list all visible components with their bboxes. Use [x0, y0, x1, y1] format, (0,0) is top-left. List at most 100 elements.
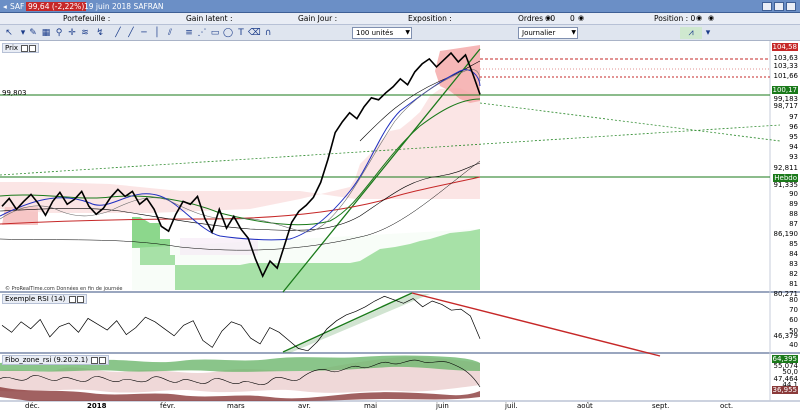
position-close-icon[interactable]: ◉ — [708, 14, 714, 22]
mini-chart-icon[interactable]: ⩘ — [680, 27, 702, 39]
settings-icon[interactable] — [21, 44, 29, 52]
position-label: Position : 0 — [654, 14, 696, 23]
y-tick-label: 87 — [789, 220, 798, 228]
y-tick-label: 84 — [789, 250, 798, 258]
trendline-icon[interactable]: ╱ — [112, 27, 124, 39]
x-tick-label: août — [577, 402, 593, 410]
y-tick-label: 60 — [789, 316, 798, 324]
fan-icon[interactable]: ⋰ — [196, 27, 208, 39]
x-tick-label: juil. — [505, 402, 518, 410]
rectangle-icon[interactable]: ▭ — [209, 27, 221, 39]
quantity-value: 100 unités — [356, 29, 394, 37]
cloud-pink — [180, 238, 258, 255]
window-controls — [760, 0, 796, 13]
fibo-panel-label[interactable]: Fibo_zone_rsi (9.20.2.1) — [2, 355, 110, 365]
x-tick-label: mai — [364, 402, 378, 410]
y-tick-label: 104,58 — [771, 43, 798, 51]
y-tick-label: 94 — [789, 143, 798, 151]
quantity-select[interactable]: 100 unités ▼ — [352, 27, 412, 39]
close-panel-icon[interactable] — [76, 295, 84, 303]
settings-icon[interactable] — [91, 356, 99, 364]
back-arrow-icon[interactable]: ◂ — [3, 0, 7, 13]
grid-icon[interactable]: ▦ — [40, 27, 52, 39]
x-tick-label: févr. — [160, 402, 176, 410]
y-tick-label: 85 — [789, 240, 798, 248]
pencil-icon[interactable]: ✎ — [27, 27, 39, 39]
text-icon[interactable]: T — [235, 27, 247, 39]
chart-type-icon[interactable]: ≋ — [79, 27, 91, 39]
y-tick-label: 36,955 — [771, 386, 798, 394]
price-panel-title: Prix — [5, 44, 19, 52]
title-bar: ◂ SAF 99,64 (-2,22%) 19 juin 2018 SAFRAN — [0, 0, 800, 13]
period-value: Journalier — [522, 29, 556, 37]
settings-icon[interactable] — [68, 295, 76, 303]
close-panel-icon[interactable] — [29, 44, 37, 52]
y-tick-label: 103,33 — [773, 62, 799, 70]
y-tick-label: 103,63 — [773, 54, 799, 62]
date-name-label: 19 juin 2018 SAFRAN — [84, 2, 164, 11]
y-tick-label: 82 — [789, 270, 798, 278]
cursor-icon[interactable]: ↖ — [3, 27, 15, 39]
y-tick-label: 90 — [789, 190, 798, 198]
gain-latent-label: Gain latent : — [186, 14, 233, 23]
y-tick-label: 80 — [789, 296, 798, 304]
chevron-down-icon[interactable]: ▾ — [702, 27, 714, 39]
vline-icon[interactable]: │ — [151, 27, 163, 39]
zoom-icon[interactable]: ⚲ — [53, 27, 65, 39]
y-tick-label: 40 — [789, 341, 798, 349]
ordres-value: 0 — [570, 14, 575, 23]
exposition-label: Exposition : — [408, 14, 452, 23]
x-tick-label: avr. — [298, 402, 311, 410]
price-panel-label[interactable]: Prix — [2, 43, 40, 53]
y-tick-label: 91,335 — [773, 181, 799, 189]
indicator-icon[interactable]: ↯ — [94, 27, 106, 39]
ordres-info-icon[interactable]: ◉ — [545, 14, 551, 22]
y-tick-label: 96 — [789, 123, 798, 131]
period-select[interactable]: Journalier ▼ — [518, 27, 578, 39]
portfolio-info-bar: Portefeuille : Gain latent : Gain Jour :… — [0, 13, 800, 25]
gain-jour-label: Gain Jour : — [298, 14, 338, 23]
maximize-icon[interactable] — [774, 2, 784, 11]
close-panel-icon[interactable] — [99, 356, 107, 364]
y-tick-label: 97 — [789, 113, 798, 121]
channel-icon[interactable]: ⫽ — [164, 27, 176, 39]
y-tick-label: 86,190 — [773, 230, 799, 238]
y-tick-label: 70 — [789, 306, 798, 314]
crosshair-icon[interactable]: ✛ — [66, 27, 78, 39]
ellipse-icon[interactable]: ◯ — [222, 27, 234, 39]
rsi-panel-label[interactable]: Exemple RSI (14) — [2, 294, 87, 304]
eraser-icon[interactable]: ⌫ — [248, 27, 261, 39]
fibo-panel-title: Fibo_zone_rsi (9.20.2.1) — [5, 356, 88, 364]
fibo-icon[interactable]: ≡ — [183, 27, 195, 39]
magnet-icon[interactable]: ∩ — [262, 27, 274, 39]
x-tick-label: juin — [436, 402, 449, 410]
x-tick-label: déc. — [25, 402, 40, 410]
y-tick-label: 92,811 — [773, 164, 799, 172]
hline-value-label: 99,803 — [2, 89, 27, 97]
watermark-text: © ProRealTime.com Données en fin de jour… — [5, 285, 122, 292]
hline-icon[interactable]: ─ — [138, 27, 150, 39]
rsi-panel-title: Exemple RSI (14) — [5, 295, 66, 303]
x-tick-label: oct. — [720, 402, 734, 410]
y-tick-label: 101,66 — [773, 72, 799, 80]
close-icon[interactable] — [786, 2, 796, 11]
price-change-badge: 99,64 (-2,22%) — [26, 2, 87, 11]
x-tick-label: 2018 — [87, 402, 107, 410]
x-tick-label: sept. — [652, 402, 670, 410]
symbol-label: SAF — [10, 2, 25, 11]
chevron-down-icon: ▼ — [571, 29, 576, 36]
minimize-icon[interactable] — [762, 2, 772, 11]
y-tick-label: 83 — [789, 260, 798, 268]
ray-icon[interactable]: ╱ — [125, 27, 137, 39]
chevron-down-icon: ▼ — [405, 29, 410, 36]
y-tick-label: 100,17 — [771, 86, 798, 94]
position-info-icon[interactable]: ◉ — [696, 14, 702, 22]
y-tick-label: 89 — [789, 200, 798, 208]
chart-area[interactable]: © ProRealTime.com Données en fin de jour… — [0, 41, 800, 413]
ordres-close-icon[interactable]: ◉ — [578, 14, 584, 22]
y-tick-label: 81 — [789, 280, 798, 288]
drawing-toolbar: ↖ ▾ ✎ ▦ ⚲ ✛ ≋ ↯ ╱ ╱ ─ │ ⫽ ≡ ⋰ ▭ ◯ T ⌫ ∩ … — [0, 25, 800, 41]
y-tick-label: 46,379 — [773, 332, 799, 340]
y-tick-label: 93 — [789, 153, 798, 161]
x-tick-label: mars — [227, 402, 245, 410]
